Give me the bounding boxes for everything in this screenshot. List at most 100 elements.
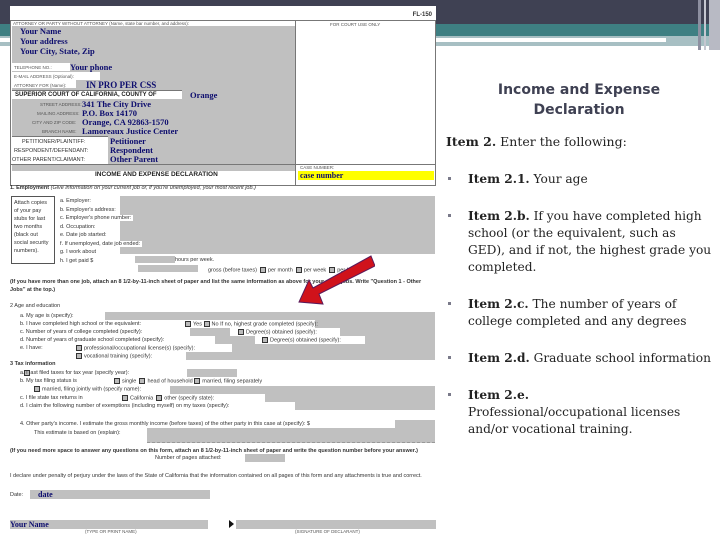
intro-text: Enter the following: <box>496 134 627 149</box>
pay-field[interactable] <box>138 265 198 272</box>
slide-title: Income and Expense Declaration <box>444 80 714 120</box>
bullet-marker-icon <box>448 356 451 359</box>
more-space-note: (If you need more space to answer any qu… <box>10 448 419 454</box>
california-checkbox[interactable] <box>122 395 128 401</box>
license-field[interactable] <box>232 344 435 352</box>
employment-note: (Give information on your current job or… <box>50 185 256 191</box>
county-field[interactable]: Orange <box>190 90 217 100</box>
vocational-checkbox[interactable] <box>76 353 82 359</box>
telephone-label: TELEPHONE NO.: <box>14 65 52 70</box>
other-parent-field[interactable]: Other Parent <box>110 154 158 164</box>
vocational-field[interactable] <box>186 352 435 360</box>
vocational-label: vocational training (specify): <box>84 353 153 360</box>
bullet-marker-icon <box>448 214 451 217</box>
grad-degree-checkbox[interactable] <box>262 337 268 343</box>
degrees-label: Degree(s) obtained (specify): <box>270 337 341 344</box>
employment-item: e. Date job started: <box>60 232 109 238</box>
age-item: e. I have: <box>20 345 43 351</box>
case-number-field[interactable]: case number <box>298 171 434 180</box>
employment-item: d. Occupation: <box>60 223 98 230</box>
tax-heading: 3 Tax information <box>10 361 56 367</box>
license-checkbox[interactable] <box>76 345 82 351</box>
highest-grade-field[interactable] <box>315 320 435 328</box>
email-label: E-MAIL ADDRESS (Optional): <box>14 74 74 79</box>
hours-per-week-label: hours per week. <box>175 257 215 263</box>
grad-years-field[interactable] <box>215 336 255 344</box>
attorney-for-label: ATTORNEY FOR (Name): <box>14 83 67 88</box>
other-state-checkbox[interactable] <box>156 395 163 401</box>
married-jointly-checkbox[interactable] <box>34 386 40 392</box>
attorney-city[interactable]: Your City, State, Zip <box>20 46 95 56</box>
employment-item: b. Employer's address: <box>60 206 118 213</box>
per-month-checkbox[interactable] <box>259 267 266 273</box>
attorney-for-field[interactable]: IN PRO PER CSS <box>86 80 156 90</box>
date-field[interactable]: date <box>30 490 210 499</box>
estimate-basis-label: This estimate is based on (explain): <box>34 430 121 436</box>
college-degree-checkbox[interactable] <box>238 329 244 335</box>
employment-item: h. I get paid $ <box>60 257 96 264</box>
bullet-bold: Item 2.1. <box>468 172 530 186</box>
age-item: c. Number of years of college completed … <box>20 329 143 335</box>
single-checkbox[interactable] <box>114 378 120 384</box>
attorney-address[interactable]: Your address <box>20 36 68 46</box>
bullet-item: Item 2.1. Your age <box>444 171 714 188</box>
yes-label: Yes <box>193 321 202 328</box>
bullet-text: Graduate school information <box>529 351 711 365</box>
other-income-field[interactable] <box>395 420 435 428</box>
court-use-label: FOR COURT USE ONLY <box>330 22 381 27</box>
decor-stripe <box>709 0 720 50</box>
employment-fields[interactable] <box>120 196 435 254</box>
other-income-label: 4. Other party's income. I estimate the … <box>20 421 310 427</box>
print-name-field[interactable]: Your Name <box>10 520 208 529</box>
exemptions-field[interactable] <box>295 402 435 410</box>
gross-label: gross (before taxes) <box>208 267 257 274</box>
other-state-field[interactable] <box>265 394 435 402</box>
age-heading: 2 Age and education <box>10 303 61 309</box>
city-zip-label: CITY AND ZIP CODE: <box>32 120 77 125</box>
branch-field[interactable]: Lamoreaux Justice Center <box>82 126 178 136</box>
tax-item: c. I file state tax returns in <box>20 395 83 401</box>
form-number: FL-150 <box>412 12 432 18</box>
bullet-item: Item 2.c. The number of years of college… <box>444 296 714 330</box>
per-month-label: per month <box>267 267 293 274</box>
tax-year-field[interactable] <box>187 369 237 377</box>
attach-note: Attach copies of your pay stubs for last… <box>11 196 55 264</box>
respondent-label: RESPONDENT/DEFENDANT: <box>14 148 89 154</box>
street-label: STREET ADDRESS: <box>40 102 82 107</box>
hs-no-checkbox[interactable] <box>203 321 210 327</box>
college-years-field[interactable] <box>190 328 230 336</box>
tax-item: b. My tax filing status is <box>20 378 77 384</box>
grad-degree-field[interactable] <box>365 336 435 344</box>
pages-attached-label: Number of pages attached: <box>155 455 222 461</box>
estimate-basis-field[interactable] <box>147 428 435 443</box>
degrees-label: Degree(s) obtained (specify): <box>246 329 317 336</box>
bullet-marker-icon <box>448 393 451 396</box>
joint-name-field[interactable] <box>170 386 435 394</box>
married-separately-checkbox[interactable] <box>194 378 201 384</box>
divider <box>10 164 436 165</box>
declaration-text: I declare under penalty of perjury under… <box>10 473 422 479</box>
bullet-list: Item 2.1. Your age Item 2.b. If you have … <box>444 171 714 438</box>
pages-attached-field[interactable] <box>245 454 285 462</box>
hours-field[interactable] <box>135 256 175 263</box>
phone-field[interactable]: Your phone <box>70 62 112 72</box>
age-item: a. My age is (specify): <box>20 313 74 319</box>
age-field[interactable] <box>105 312 435 320</box>
slide: FL-150 ATTORNEY OR PARTY WITHOUT ATTORNE… <box>0 0 720 540</box>
college-degree-field[interactable] <box>340 328 435 336</box>
bullet-bold: Item 2.d. <box>468 351 530 365</box>
age-item: b. I have completed high school or the e… <box>20 321 142 327</box>
branch-label: BRANCH NAME: <box>42 129 77 134</box>
hs-yes-checkbox[interactable] <box>185 321 191 327</box>
content-panel: Income and Expense Declaration Item 2. E… <box>444 80 714 438</box>
bullet-text: Professional/occupational licenses and/o… <box>468 405 681 436</box>
signature-field[interactable] <box>236 520 436 529</box>
head-household-checkbox[interactable] <box>139 378 146 384</box>
attorney-name[interactable]: Your Name <box>20 26 61 36</box>
mailing-label: MAILING ADDRESS: <box>37 111 80 116</box>
court-label: SUPERIOR COURT OF CALIFORNIA, COUNTY OF <box>15 92 157 98</box>
bullet-bold: Item 2.e. <box>468 388 529 402</box>
intro-line: Item 2. Enter the following: <box>446 134 714 149</box>
employment-heading: 1. Employment <box>10 185 50 191</box>
employment-item: g. I work about <box>60 249 99 255</box>
